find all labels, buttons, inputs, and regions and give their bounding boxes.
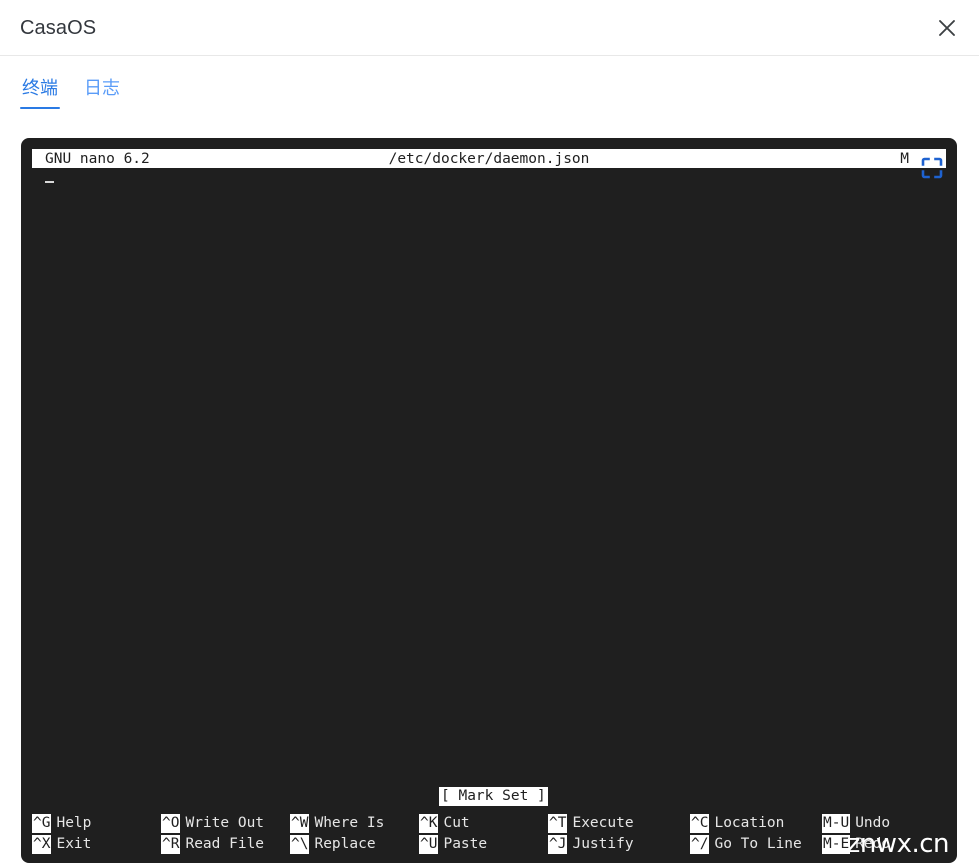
page-title: CasaOS xyxy=(20,17,97,39)
shortcut-label: Redo xyxy=(855,836,891,852)
shortcut-column: ^W Where Is ^\ Replace xyxy=(290,813,419,855)
shortcut-label: Read File xyxy=(185,836,265,852)
shortcut-item-replace[interactable]: ^\ Replace xyxy=(290,834,419,855)
tab-logs[interactable]: 日志 xyxy=(82,67,122,113)
shortcut-key: ^O xyxy=(161,814,181,833)
shortcut-item-read-file[interactable]: ^R Read File xyxy=(161,834,290,855)
shortcut-label: Execute xyxy=(572,815,634,831)
shortcut-label: Undo xyxy=(855,815,891,831)
shortcut-key: ^W xyxy=(290,814,310,833)
nano-status-message: [ Mark Set ] xyxy=(439,787,548,806)
shortcut-column: ^T Execute ^J Justify xyxy=(548,813,690,855)
window-header: CasaOS xyxy=(0,0,979,56)
fullscreen-button[interactable] xyxy=(920,156,944,180)
shortcut-item-justify[interactable]: ^J Justify xyxy=(548,834,690,855)
shortcut-key: ^U xyxy=(419,835,439,854)
shortcut-label: Location xyxy=(714,815,785,831)
shortcut-column: ^G Help ^X Exit xyxy=(32,813,161,855)
shortcut-label: Paste xyxy=(443,836,488,852)
fullscreen-icon xyxy=(920,156,944,180)
shortcut-item-redo[interactable]: M-E Redo xyxy=(822,834,890,855)
shortcut-item-where-is[interactable]: ^W Where Is xyxy=(290,813,419,834)
shortcut-item-help[interactable]: ^G Help xyxy=(32,813,161,834)
close-icon xyxy=(936,17,958,39)
shortcut-column: ^C Location ^/ Go To Line xyxy=(690,813,822,855)
shortcut-item-write-out[interactable]: ^O Write Out xyxy=(161,813,290,834)
shortcut-label: Exit xyxy=(56,836,92,852)
shortcut-column: ^O Write Out ^R Read File xyxy=(161,813,290,855)
nano-shortcut-bar: ^G Help ^X Exit ^O Write Out ^R Read Fil… xyxy=(32,813,957,855)
shortcut-item-undo[interactable]: M-U Undo xyxy=(822,813,890,834)
shortcut-label: Justify xyxy=(572,836,634,852)
terminal-container: GNU nano 6.2 /etc/docker/daemon.json M [… xyxy=(21,138,957,863)
shortcut-key: ^K xyxy=(419,814,439,833)
shortcut-item-execute[interactable]: ^T Execute xyxy=(548,813,690,834)
nano-modified-flag: M xyxy=(900,150,909,167)
shortcut-key: ^X xyxy=(32,835,52,854)
shortcut-column: ^K Cut ^U Paste xyxy=(419,813,548,855)
shortcut-label: Go To Line xyxy=(714,836,802,852)
shortcut-key: ^R xyxy=(161,835,181,854)
shortcut-key: ^G xyxy=(32,814,52,833)
nano-cursor xyxy=(45,168,54,187)
tab-bar: 终端 日志 xyxy=(0,56,979,124)
shortcut-column: M-U Undo M-E Redo xyxy=(822,813,890,855)
nano-titlebar: GNU nano 6.2 /etc/docker/daemon.json M xyxy=(32,149,946,168)
shortcut-item-exit[interactable]: ^X Exit xyxy=(32,834,161,855)
shortcut-key: M-E xyxy=(822,835,851,854)
tab-terminal[interactable]: 终端 xyxy=(20,67,60,113)
shortcut-item-location[interactable]: ^C Location xyxy=(690,813,822,834)
shortcut-label: Where Is xyxy=(314,815,385,831)
nano-filename-label: /etc/docker/daemon.json xyxy=(388,150,590,167)
shortcut-label: Replace xyxy=(314,836,376,852)
shortcut-label: Write Out xyxy=(185,815,265,831)
shortcut-label: Help xyxy=(56,815,92,831)
shortcut-label: Cut xyxy=(443,815,470,831)
shortcut-item-go-to-line[interactable]: ^/ Go To Line xyxy=(690,834,822,855)
shortcut-key: M-U xyxy=(822,814,851,833)
shortcut-item-paste[interactable]: ^U Paste xyxy=(419,834,548,855)
shortcut-key: ^C xyxy=(690,814,710,833)
close-button[interactable] xyxy=(929,10,965,46)
terminal-screen[interactable]: GNU nano 6.2 /etc/docker/daemon.json M [… xyxy=(21,138,957,863)
nano-editor-body[interactable] xyxy=(32,168,946,803)
shortcut-key: ^/ xyxy=(690,835,710,854)
shortcut-key: ^J xyxy=(548,835,568,854)
shortcut-key: ^\ xyxy=(290,835,310,854)
shortcut-key: ^T xyxy=(548,814,568,833)
shortcut-item-cut[interactable]: ^K Cut xyxy=(419,813,548,834)
